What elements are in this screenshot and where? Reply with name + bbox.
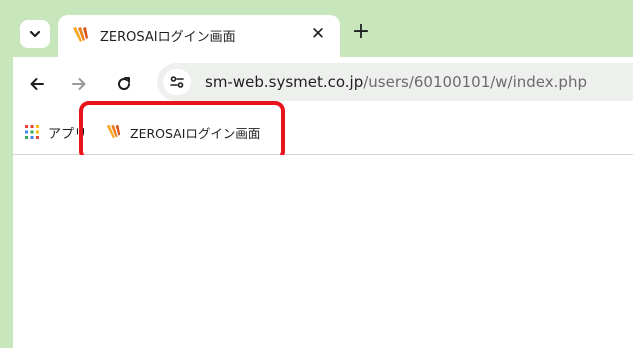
reload-icon: [118, 77, 131, 90]
zerosai-favicon-icon: [73, 27, 88, 42]
search-tabs-button[interactable]: [20, 20, 50, 48]
address-bar[interactable]: sm-web.sysmet.co.jp/users/60100101/w/ind…: [157, 63, 633, 101]
url-host: sm-web.sysmet.co.jp: [205, 73, 364, 91]
tab-title: ZEROSAIログイン画面: [100, 30, 236, 45]
url-path: /users/60100101/w/index.php: [363, 73, 587, 91]
chevron-down-icon: [29, 30, 41, 38]
apps-grid-icon: [25, 125, 39, 139]
forward-button[interactable]: [65, 70, 93, 98]
arrow-right-icon: [72, 78, 86, 90]
tab-close-button[interactable]: ✕: [308, 24, 328, 44]
new-tab-button[interactable]: +: [348, 20, 374, 46]
site-info-button[interactable]: [163, 69, 191, 95]
reload-button[interactable]: [110, 70, 138, 98]
arrow-left-icon: [30, 78, 44, 90]
highlight-box: [79, 101, 285, 161]
bookmark-apps[interactable]: アプリ: [25, 122, 87, 142]
page-content: [13, 155, 633, 348]
tab-active[interactable]: ZEROSAIログイン画面 ✕: [58, 15, 340, 57]
url-text[interactable]: sm-web.sysmet.co.jp/users/60100101/w/ind…: [205, 73, 587, 91]
back-button[interactable]: [23, 70, 51, 98]
tab-strip: ZEROSAIログイン画面 ✕ +: [0, 0, 633, 57]
tune-icon: [170, 76, 184, 88]
